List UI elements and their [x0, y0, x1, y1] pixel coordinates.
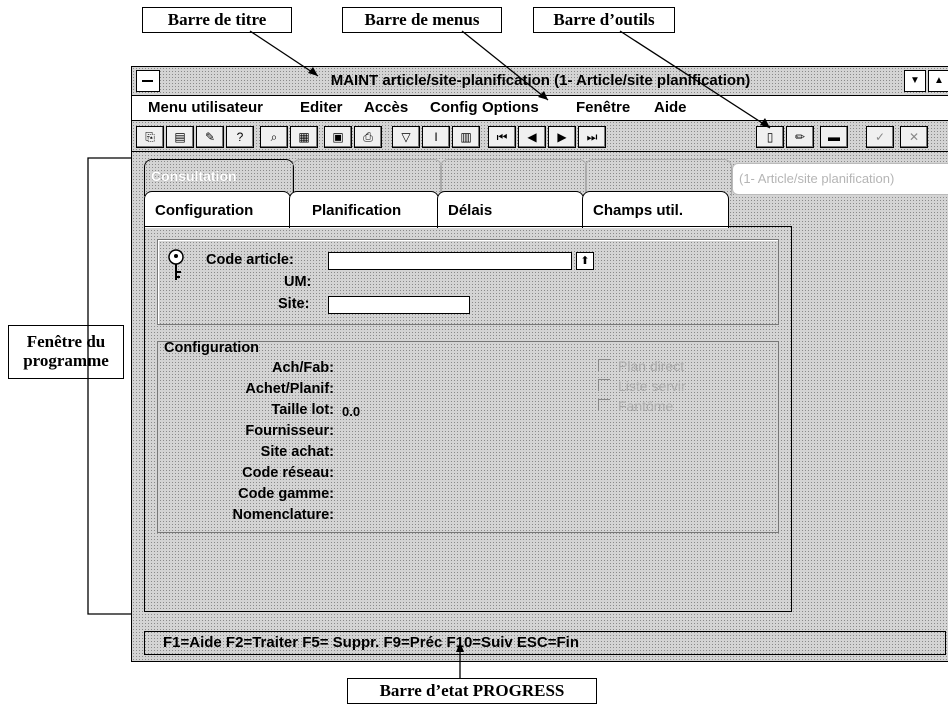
- taille-lot-value: 0.0: [342, 404, 361, 419]
- info-icon[interactable]: I: [422, 126, 450, 148]
- field-achet-planif: Achet/Planif:: [245, 381, 334, 397]
- tab-consultation-label: Consultation: [151, 168, 237, 184]
- field-code-gamme: Code gamme:: [238, 486, 334, 502]
- check-icon[interactable]: ✓: [866, 126, 894, 148]
- close-icon[interactable]: ✕: [900, 126, 928, 148]
- menu-options[interactable]: Options: [482, 99, 539, 116]
- checkbox-fantome[interactable]: Fantôme: [598, 398, 673, 414]
- field-taille-lot: Taille lot:: [271, 402, 334, 418]
- menu-edit[interactable]: Editer: [300, 99, 343, 116]
- maximize-button[interactable]: ▲: [928, 70, 948, 92]
- site-input[interactable]: [328, 296, 470, 314]
- edit-icon[interactable]: ✏: [786, 126, 814, 148]
- checkbox-plan-direct[interactable]: Plan direct: [598, 358, 684, 374]
- checkbox-box: [598, 399, 610, 411]
- menu-access[interactable]: Accès: [364, 99, 408, 116]
- article-frame: Code article: ⬆ UM: Site:: [157, 239, 779, 325]
- previous-icon[interactable]: ◀: [518, 126, 546, 148]
- field-site-achat: Site achat:: [260, 444, 334, 460]
- field-code-reseau: Code réseau:: [242, 465, 334, 481]
- window-title: MAINT article/site-planification (1- Art…: [330, 72, 751, 89]
- checkbox-fantome-label: Fantôme: [618, 398, 674, 414]
- print-icon[interactable]: ⎙: [354, 126, 382, 148]
- menu-bar: Menu utilisateur Editer Accès Config Opt…: [132, 96, 948, 121]
- tab-champs-util-label: Champs util.: [593, 202, 684, 219]
- grid-icon[interactable]: ▦: [290, 126, 318, 148]
- last-icon[interactable]: ⏭: [578, 126, 606, 148]
- menu-user[interactable]: Menu utilisateur: [148, 99, 263, 116]
- tab-delais[interactable]: Délais: [437, 191, 584, 228]
- callout-title-bar: Barre de titre: [142, 7, 292, 33]
- filter-icon[interactable]: ▽: [392, 126, 420, 148]
- callout-status-bar: Barre d’etat PROGRESS: [347, 678, 597, 704]
- menu-window[interactable]: Fenêtre: [576, 99, 630, 116]
- next-icon[interactable]: ▶: [548, 126, 576, 148]
- code-article-lookup-button[interactable]: ⬆: [576, 252, 594, 270]
- field-nomenclature: Nomenclature:: [232, 507, 334, 523]
- um-label: UM:: [284, 274, 312, 290]
- status-bar: F1=Aide F2=Traiter F5= Suppr. F9=Préc F1…: [144, 631, 946, 655]
- code-article-label: Code article:: [206, 252, 294, 268]
- menu-help[interactable]: Aide: [654, 99, 687, 116]
- config-fields: Ach/Fab: Achet/Planif: Taille lot: Fourn…: [158, 358, 334, 526]
- help-icon[interactable]: ?: [226, 126, 254, 148]
- tools-icon[interactable]: ✎: [196, 126, 224, 148]
- field-ach-fab: Ach/Fab:: [271, 360, 334, 376]
- checkbox-liste-servir-label: Liste servir: [618, 378, 686, 394]
- configuration-frame: Configuration Ach/Fab: Achet/Planif: Tai…: [157, 340, 779, 533]
- tab-planification-label: Planification: [312, 202, 402, 219]
- title-bar: MAINT article/site-planification (1- Art…: [132, 67, 948, 96]
- delete-icon[interactable]: ▬: [820, 126, 848, 148]
- checkbox-box: [598, 379, 610, 391]
- new-icon[interactable]: ▯: [756, 126, 784, 148]
- content-panel: Code article: ⬆ UM: Site: Configuration …: [144, 226, 792, 612]
- checkbox-liste-servir[interactable]: Liste servir: [598, 378, 686, 394]
- field-fournisseur: Fournisseur:: [245, 423, 334, 439]
- calculator-icon[interactable]: ▣: [324, 126, 352, 148]
- tab-planification[interactable]: Planification: [289, 191, 439, 228]
- code-article-input[interactable]: [328, 252, 572, 270]
- tab-delais-label: Délais: [448, 202, 493, 219]
- copy-icon[interactable]: ⎘: [136, 126, 164, 148]
- context-label: (1- Article/site planification): [732, 163, 948, 195]
- tab-configuration[interactable]: Configuration: [144, 191, 291, 228]
- first-icon[interactable]: ⏮: [488, 126, 516, 148]
- callout-program-window: Fenêtre du programme: [8, 325, 124, 379]
- key-icon: [168, 249, 184, 280]
- configuration-title: Configuration: [164, 340, 260, 356]
- site-label: Site:: [278, 296, 310, 312]
- checkbox-plan-direct-label: Plan direct: [618, 358, 685, 374]
- status-text: F1=Aide F2=Traiter F5= Suppr. F9=Préc F1…: [163, 634, 580, 651]
- toolbar: ⎘ ▤ ✎ ? ⌕ ▦ ▣ ⎙ ▽ I ▥ ⏮ ◀ ▶ ⏭ ▯ ✏ ▬ ✓ ✕: [132, 121, 948, 152]
- minimize-button[interactable]: ▼: [904, 70, 926, 92]
- callout-menu-bar: Barre de menus: [342, 7, 502, 33]
- search-icon[interactable]: ⌕: [260, 126, 288, 148]
- checkbox-box: [598, 359, 610, 371]
- stack-icon[interactable]: ▤: [166, 126, 194, 148]
- tab-champs-util[interactable]: Champs util.: [582, 191, 729, 228]
- tab-configuration-label: Configuration: [155, 202, 254, 219]
- list-icon[interactable]: ▥: [452, 126, 480, 148]
- app-window: MAINT article/site-planification (1- Art…: [131, 66, 948, 662]
- menu-config[interactable]: Config: [430, 99, 477, 116]
- callout-toolbar: Barre d’outils: [533, 7, 675, 33]
